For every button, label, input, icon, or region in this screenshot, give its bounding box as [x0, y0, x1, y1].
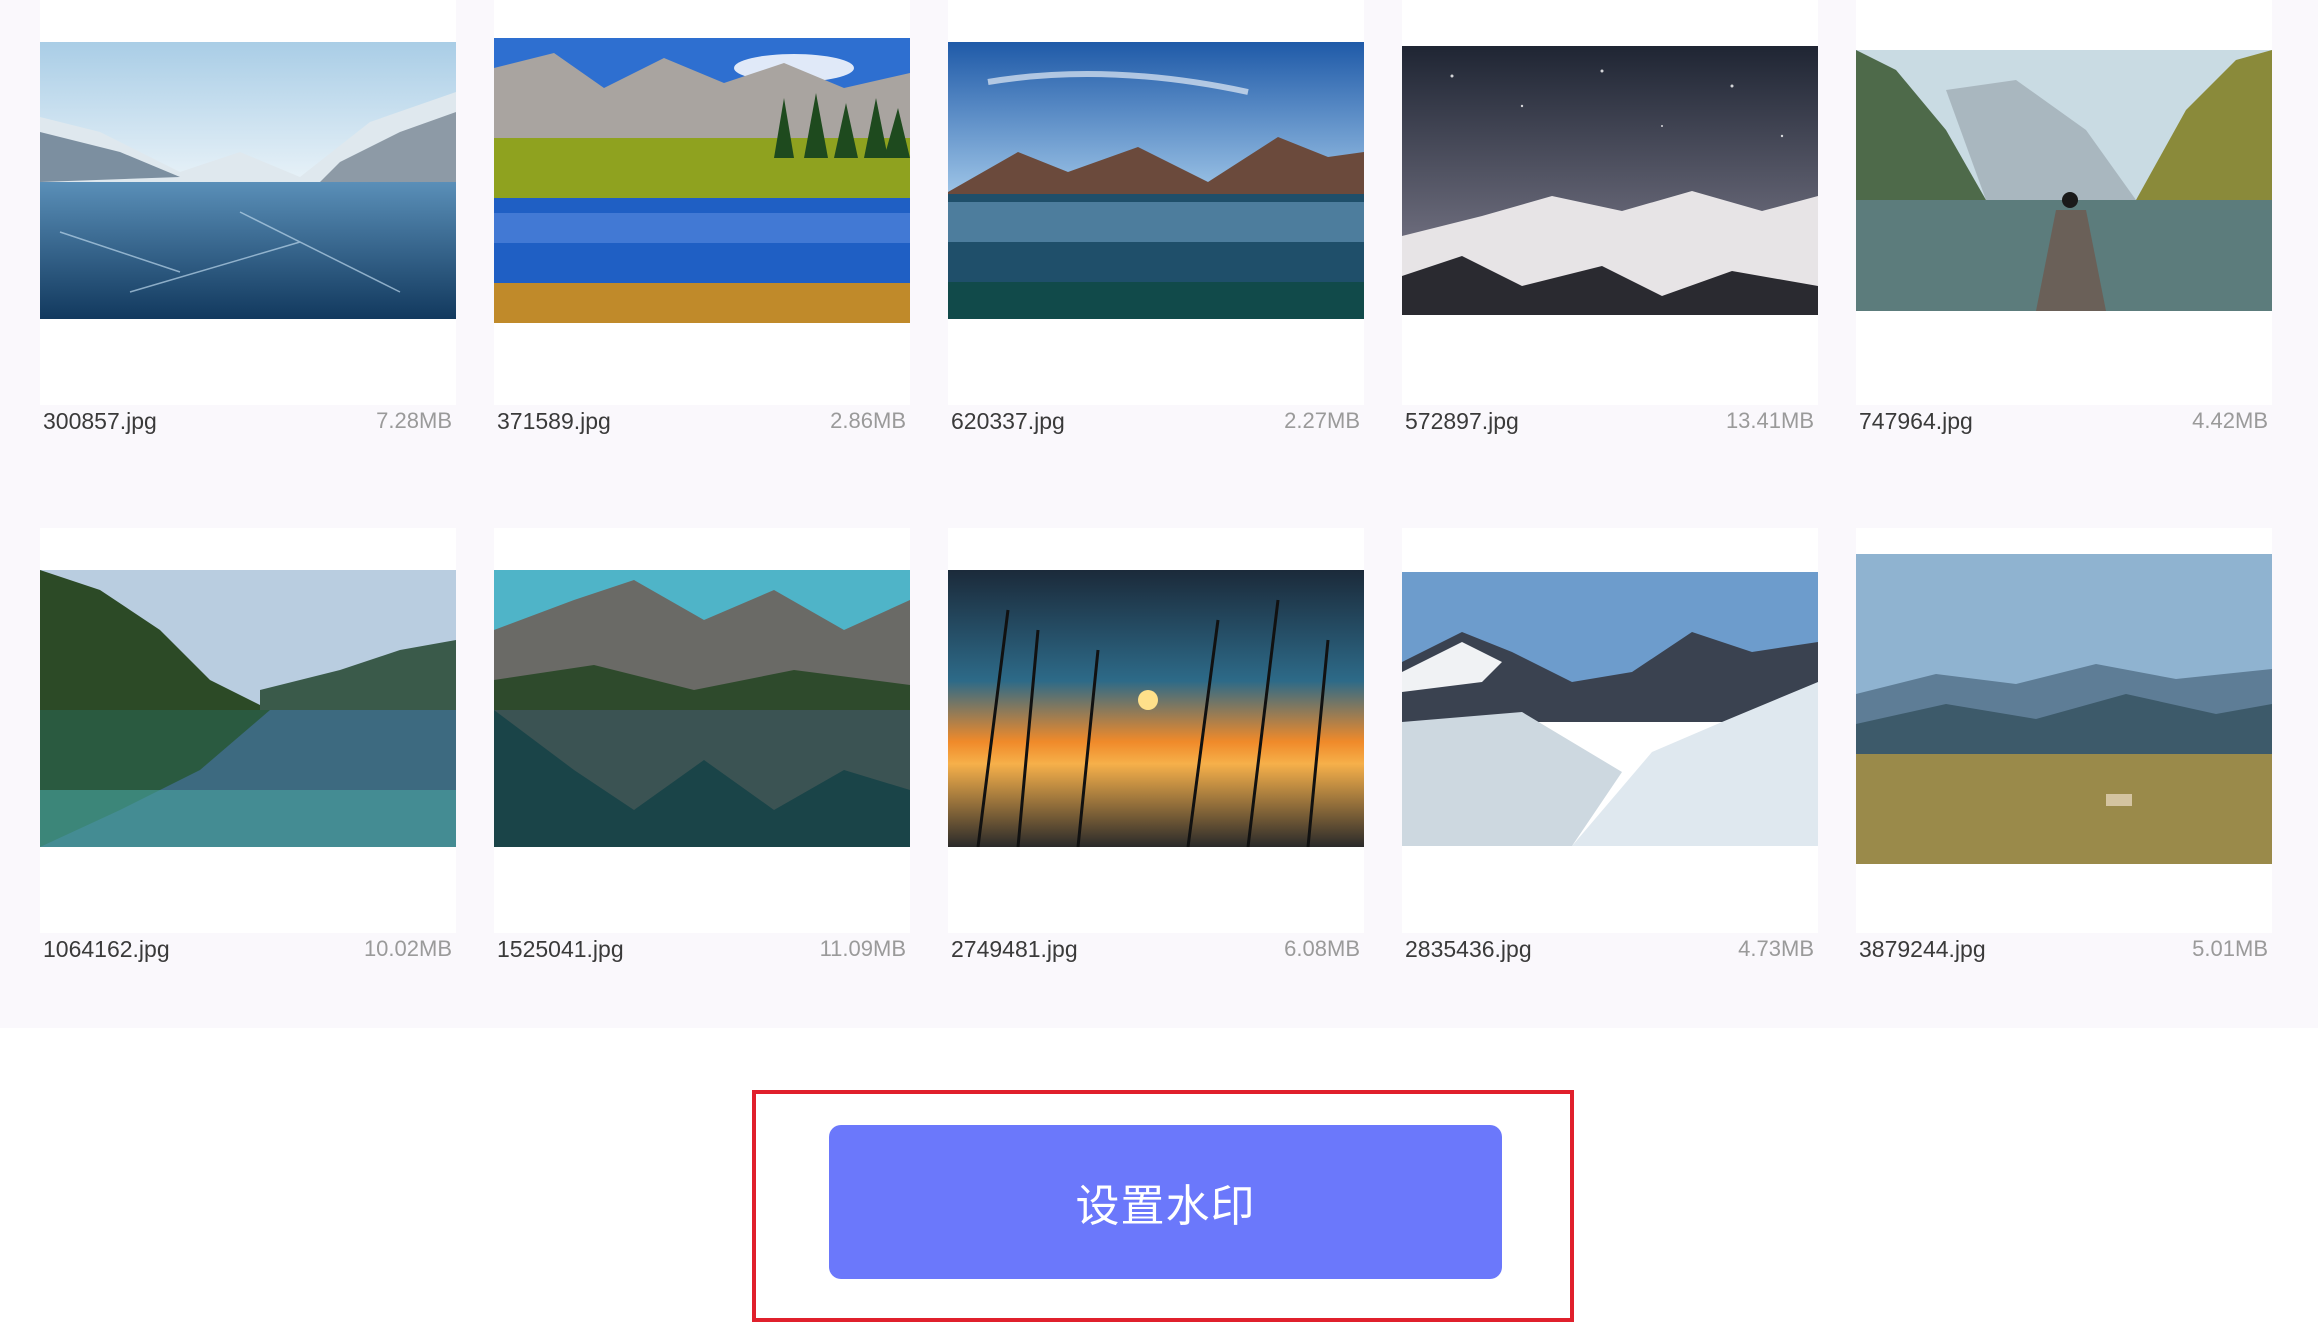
image-thumbnail[interactable]	[1402, 46, 1818, 315]
thumbnail-frame	[1856, 528, 2272, 933]
file-name: 3879244.jpg	[1859, 936, 1986, 962]
image-card[interactable]: 300857.jpg 7.28MB	[40, 0, 456, 434]
file-size: 11.09MB	[819, 936, 906, 961]
image-thumbnail[interactable]	[948, 570, 1364, 847]
set-watermark-button[interactable]: 设置水印	[829, 1125, 1502, 1279]
image-card[interactable]: 747964.jpg 4.42MB	[1856, 0, 2272, 434]
thumbnail-frame	[948, 528, 1364, 933]
image-thumbnail[interactable]	[40, 570, 456, 847]
thumbnail-frame	[494, 528, 910, 933]
image-card[interactable]: 1525041.jpg 11.09MB	[494, 528, 910, 962]
image-thumbnail[interactable]	[948, 42, 1364, 319]
file-size: 2.27MB	[1284, 408, 1360, 433]
thumbnail-frame	[494, 0, 910, 405]
file-size: 13.41MB	[1725, 408, 1814, 433]
image-thumbnail[interactable]	[1856, 50, 2272, 311]
file-size: 10.02MB	[363, 936, 452, 961]
file-name: 2835436.jpg	[1405, 936, 1532, 962]
image-thumbnail[interactable]	[494, 38, 910, 323]
image-card[interactable]: 2749481.jpg 6.08MB	[948, 528, 1364, 962]
thumbnail-frame	[1856, 0, 2272, 405]
image-card[interactable]: 2835436.jpg 4.73MB	[1402, 528, 1818, 962]
image-thumbnail[interactable]	[40, 42, 456, 319]
image-thumbnail[interactable]	[494, 570, 910, 847]
image-card[interactable]: 371589.jpg 2.86MB	[494, 0, 910, 434]
image-thumbnail[interactable]	[1856, 554, 2272, 864]
file-size: 4.73MB	[1738, 936, 1814, 961]
file-size: 6.08MB	[1284, 936, 1360, 961]
thumbnail-frame	[948, 0, 1364, 405]
file-name: 300857.jpg	[43, 408, 157, 434]
file-name: 1525041.jpg	[497, 936, 624, 962]
file-size: 7.28MB	[376, 408, 452, 433]
thumbnail-frame	[40, 0, 456, 405]
file-size: 4.42MB	[2192, 408, 2268, 433]
file-name: 620337.jpg	[951, 408, 1065, 434]
file-name: 2749481.jpg	[951, 936, 1078, 962]
file-name: 371589.jpg	[497, 408, 611, 434]
file-size: 2.86MB	[830, 408, 906, 433]
thumbnail-frame	[40, 528, 456, 933]
image-card[interactable]: 1064162.jpg 10.02MB	[40, 528, 456, 962]
image-card[interactable]: 3879244.jpg 5.01MB	[1856, 528, 2272, 962]
image-gallery: 300857.jpg 7.28MB 371589.jpg 2.86MB 6203…	[0, 0, 2318, 1028]
image-card[interactable]: 620337.jpg 2.27MB	[948, 0, 1364, 434]
file-size: 5.01MB	[2192, 936, 2268, 961]
image-card[interactable]: 572897.jpg 13.41MB	[1402, 0, 1818, 434]
file-name: 747964.jpg	[1859, 408, 1973, 434]
thumbnail-frame	[1402, 528, 1818, 933]
file-name: 572897.jpg	[1405, 408, 1519, 434]
file-name: 1064162.jpg	[43, 936, 170, 962]
image-thumbnail[interactable]	[1402, 572, 1818, 846]
thumbnail-frame	[1402, 0, 1818, 405]
